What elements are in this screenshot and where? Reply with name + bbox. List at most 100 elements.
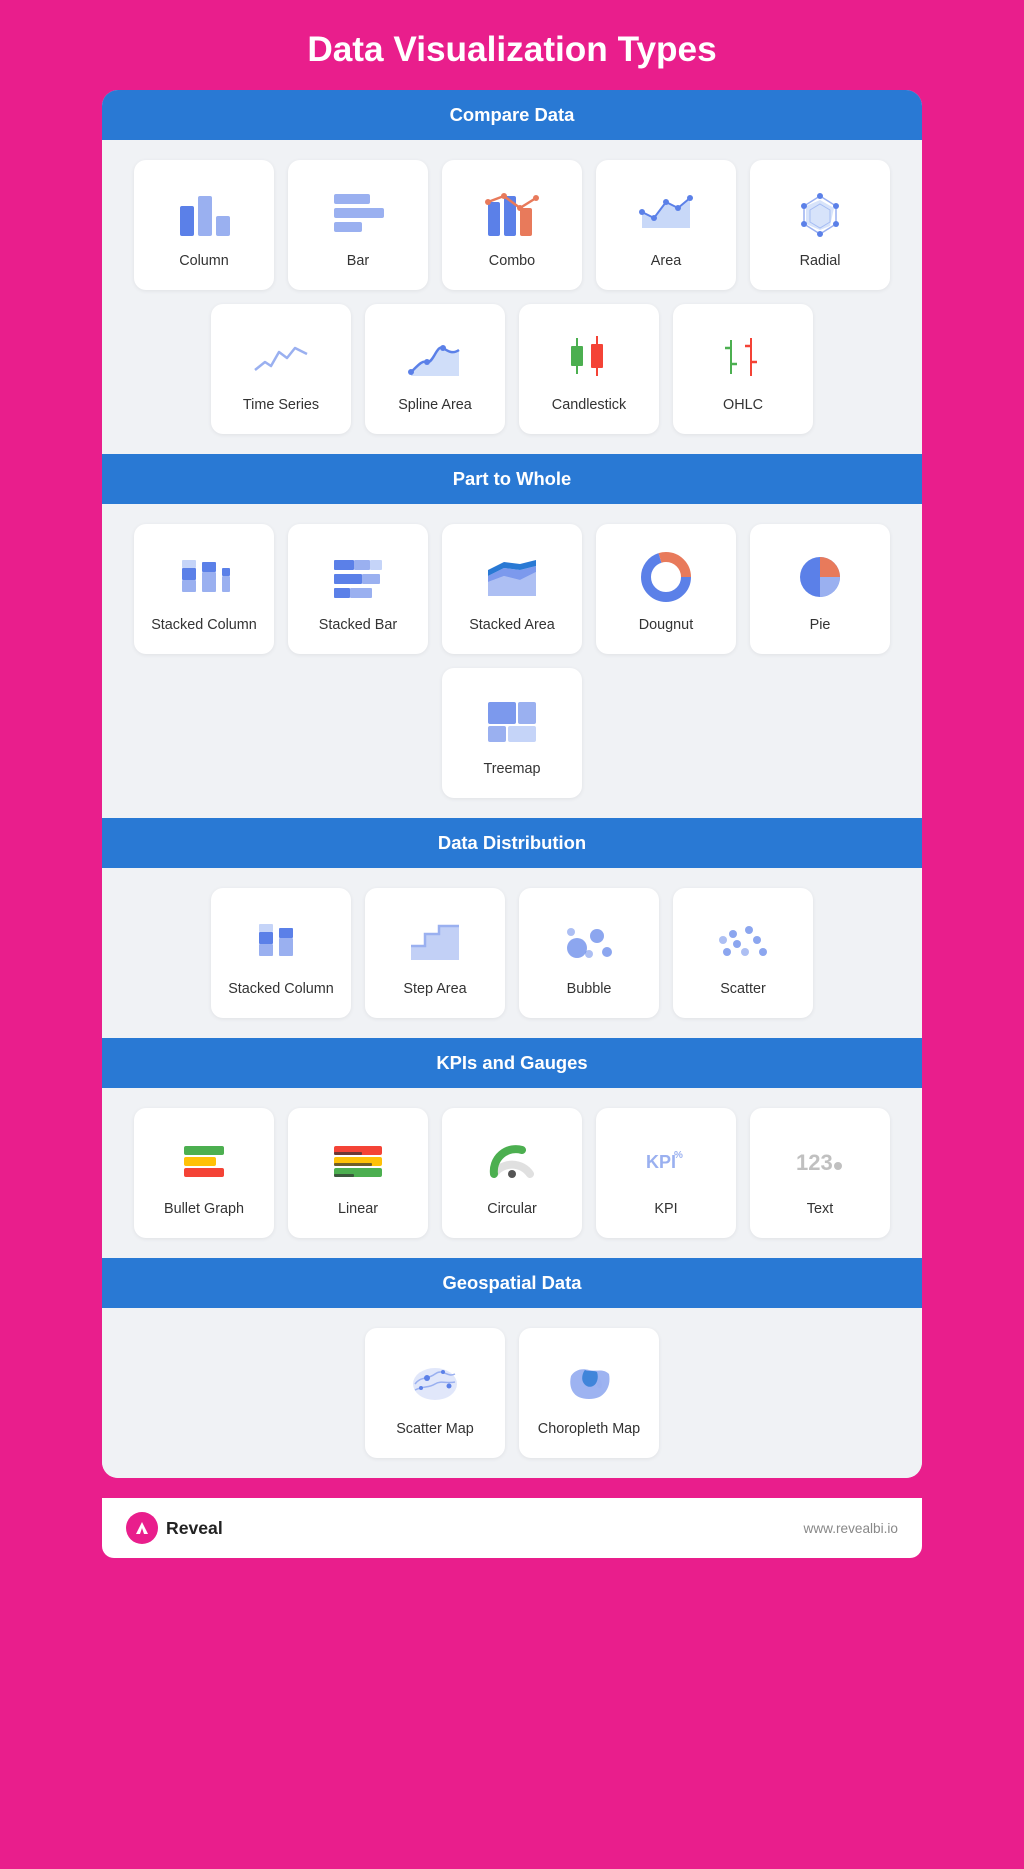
- section-header-geospatial: Geospatial Data: [102, 1258, 922, 1308]
- chart-item-treemap[interactable]: Treemap: [442, 668, 582, 798]
- chart-item-text[interactable]: 123 Text: [750, 1108, 890, 1238]
- chart-item-choropleth-map[interactable]: Choropleth Map: [519, 1328, 659, 1458]
- bullet-graph-icon: [172, 1129, 236, 1193]
- chart-item-stacked-column-dist[interactable]: Stacked Column: [211, 888, 351, 1018]
- chart-item-bar[interactable]: Bar: [288, 160, 428, 290]
- radial-icon: [788, 181, 852, 245]
- chart-item-candlestick[interactable]: Candlestick: [519, 304, 659, 434]
- reveal-logo-icon: [126, 1512, 158, 1544]
- svg-text:123: 123: [796, 1150, 833, 1175]
- area-label: Area: [651, 253, 681, 269]
- ohlc-label: OHLC: [723, 397, 763, 413]
- column-icon: [172, 181, 236, 245]
- section-geospatial: Geospatial Data: [102, 1258, 922, 1478]
- chart-item-stacked-column[interactable]: Stacked Column: [134, 524, 274, 654]
- time-series-label: Time Series: [243, 397, 319, 413]
- stacked-bar-label: Stacked Bar: [319, 617, 397, 633]
- stacked-column-icon: [172, 545, 236, 609]
- pie-label: Pie: [810, 617, 831, 633]
- time-series-icon: [249, 325, 313, 389]
- kpi-label: KPI: [654, 1201, 677, 1217]
- scatter-icon: [711, 909, 775, 973]
- chart-item-ohlc[interactable]: OHLC: [673, 304, 813, 434]
- section-body-kpis-gauges: Bullet Graph Linear: [102, 1088, 922, 1258]
- step-area-icon: [403, 909, 467, 973]
- pie-icon: [788, 545, 852, 609]
- main-card: Compare Data Column: [102, 90, 922, 1478]
- combo-icon: [480, 181, 544, 245]
- treemap-icon: [480, 689, 544, 753]
- footer-logo: Reveal: [126, 1512, 223, 1544]
- choropleth-map-icon: [557, 1349, 621, 1413]
- chart-item-linear[interactable]: Linear: [288, 1108, 428, 1238]
- radial-label: Radial: [800, 253, 841, 269]
- chart-item-column[interactable]: Column: [134, 160, 274, 290]
- spline-area-icon: [403, 325, 467, 389]
- chart-item-radial[interactable]: Radial: [750, 160, 890, 290]
- chart-item-bullet-graph[interactable]: Bullet Graph: [134, 1108, 274, 1238]
- text-label: Text: [807, 1201, 833, 1217]
- footer-brand: Reveal: [166, 1518, 223, 1539]
- stacked-column-dist-label: Stacked Column: [228, 981, 334, 997]
- section-part-to-whole: Part to Whole S: [102, 454, 922, 818]
- stacked-bar-icon: [326, 545, 390, 609]
- page-title: Data Visualization Types: [307, 30, 716, 70]
- chart-item-pie[interactable]: Pie: [750, 524, 890, 654]
- bar-label: Bar: [347, 253, 369, 269]
- scatter-map-label: Scatter Map: [396, 1421, 474, 1437]
- dougnut-label: Dougnut: [639, 617, 693, 633]
- linear-icon: [326, 1129, 390, 1193]
- chart-item-step-area[interactable]: Step Area: [365, 888, 505, 1018]
- stacked-column-label: Stacked Column: [151, 617, 257, 633]
- choropleth-map-label: Choropleth Map: [538, 1421, 640, 1437]
- chart-item-stacked-bar[interactable]: Stacked Bar: [288, 524, 428, 654]
- section-body-part-to-whole: Stacked Column Sta: [102, 504, 922, 818]
- linear-label: Linear: [338, 1201, 378, 1217]
- bubble-icon: [557, 909, 621, 973]
- svg-text:%: %: [674, 1150, 683, 1161]
- chart-item-circular[interactable]: Circular: [442, 1108, 582, 1238]
- chart-grid-part: Stacked Column Sta: [126, 524, 898, 798]
- scatter-label: Scatter: [720, 981, 766, 997]
- chart-item-scatter[interactable]: Scatter: [673, 888, 813, 1018]
- chart-grid-distribution: Stacked Column Step Area: [126, 888, 898, 1018]
- chart-grid-geospatial: Scatter Map Choropleth Map: [126, 1328, 898, 1458]
- chart-item-bubble[interactable]: Bubble: [519, 888, 659, 1018]
- area-icon: [634, 181, 698, 245]
- chart-grid-kpis: Bullet Graph Linear: [126, 1108, 898, 1238]
- stacked-area-label: Stacked Area: [469, 617, 555, 633]
- section-body-compare-data: Column Bar: [102, 140, 922, 454]
- bullet-graph-label: Bullet Graph: [164, 1201, 244, 1217]
- candlestick-icon: [557, 325, 621, 389]
- chart-item-spline-area[interactable]: Spline Area: [365, 304, 505, 434]
- chart-item-stacked-area[interactable]: Stacked Area: [442, 524, 582, 654]
- chart-item-combo[interactable]: Combo: [442, 160, 582, 290]
- section-header-compare-data: Compare Data: [102, 90, 922, 140]
- stacked-column-dist-icon: [249, 909, 313, 973]
- section-data-distribution: Data Distribution Stacked Column: [102, 818, 922, 1038]
- circular-icon: [480, 1129, 544, 1193]
- chart-item-kpi[interactable]: KPI % KPI: [596, 1108, 736, 1238]
- section-body-geospatial: Scatter Map Choropleth Map: [102, 1308, 922, 1478]
- footer: Reveal www.revealbi.io: [102, 1498, 922, 1558]
- ohlc-icon: [711, 325, 775, 389]
- section-body-data-distribution: Stacked Column Step Area: [102, 868, 922, 1038]
- stacked-area-icon: [480, 545, 544, 609]
- column-label: Column: [179, 253, 229, 269]
- chart-grid-compare: Column Bar: [126, 160, 898, 434]
- kpi-icon: KPI %: [634, 1129, 698, 1193]
- footer-url: www.revealbi.io: [804, 1521, 898, 1536]
- chart-item-scatter-map[interactable]: Scatter Map: [365, 1328, 505, 1458]
- step-area-label: Step Area: [403, 981, 466, 997]
- chart-item-dougnut[interactable]: Dougnut: [596, 524, 736, 654]
- circular-label: Circular: [487, 1201, 537, 1217]
- treemap-label: Treemap: [483, 761, 540, 777]
- section-header-part-to-whole: Part to Whole: [102, 454, 922, 504]
- section-compare-data: Compare Data Column: [102, 90, 922, 454]
- scatter-map-icon: [403, 1349, 467, 1413]
- svg-text:KPI: KPI: [646, 1152, 676, 1172]
- spline-area-label: Spline Area: [398, 397, 472, 413]
- section-header-kpis-gauges: KPIs and Gauges: [102, 1038, 922, 1088]
- chart-item-area[interactable]: Area: [596, 160, 736, 290]
- chart-item-time-series[interactable]: Time Series: [211, 304, 351, 434]
